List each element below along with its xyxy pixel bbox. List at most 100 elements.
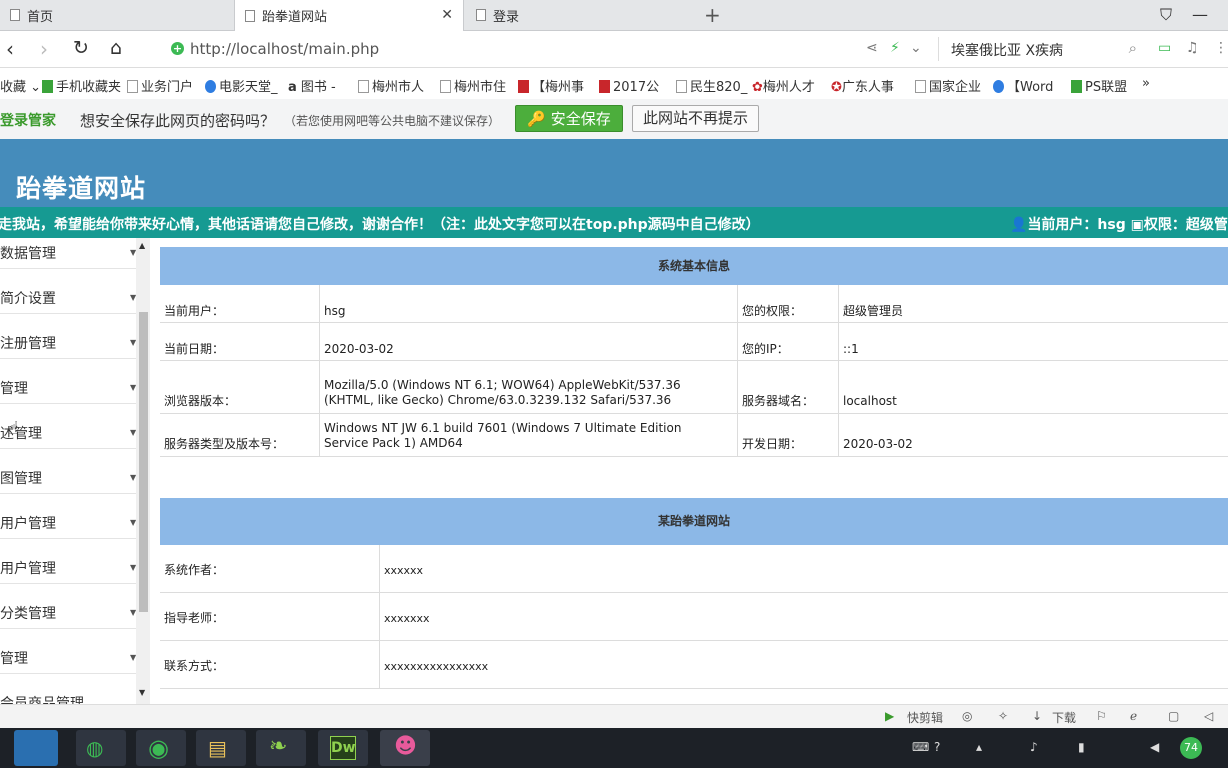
search-box[interactable]: 埃塞俄比亚 X疾病 ⌕ (938, 37, 1149, 61)
user-app[interactable]: ☻ (380, 730, 430, 766)
bookmark-item[interactable]: PS联盟 (1071, 76, 1127, 95)
share-icon[interactable]: ⋖ (866, 40, 878, 56)
info-label: 开发日期： (738, 414, 839, 457)
bookmark-item[interactable]: 【Word (993, 76, 1053, 95)
sidebar-item[interactable]: 用户管理 ▼ (0, 539, 136, 584)
sidebar-item[interactable]: 管理 ▼ (0, 359, 136, 404)
bookmark-item[interactable]: ✪广东人事 (831, 76, 894, 95)
window-icon[interactable]: ▢ (1168, 709, 1179, 723)
info-label: 当前日期： (160, 323, 320, 361)
sidebar-item[interactable]: 管理 ▼ (0, 629, 136, 674)
sidebar-item[interactable]: 图管理 ▼ (0, 449, 136, 494)
ie-icon[interactable]: ℯ (1130, 709, 1137, 723)
refresh-icon[interactable]: ↻ (73, 37, 89, 59)
wechat-icon: ◍ (86, 736, 104, 760)
tab-label: 登录 (493, 9, 520, 25)
help-icon[interactable]: ? (934, 740, 940, 754)
bookmark-item[interactable]: 国家企业 (915, 76, 981, 95)
site-info-label: 指导老师： (160, 593, 380, 641)
close-icon[interactable]: ✕ (441, 7, 453, 23)
tab-home[interactable]: 首页 (0, 0, 234, 30)
bookmark-item[interactable]: ✿梅州人才 (752, 76, 815, 95)
quick-cut-icon[interactable]: ▶ (885, 709, 894, 723)
info-value: 2020-03-02 (320, 323, 738, 361)
page-icon (358, 80, 369, 93)
forward-icon[interactable]: › (40, 37, 48, 61)
bookmark-item[interactable]: a 图书 - (288, 76, 336, 95)
signal-icon[interactable]: ▮ (1078, 740, 1085, 754)
tab-label: 首页 (27, 9, 54, 25)
sidebar-item[interactable]: 简介设置 ▼ (0, 269, 136, 314)
pin-icon[interactable]: ✧ (998, 709, 1008, 723)
bookmark-item[interactable]: 收藏 ⌄ (0, 76, 41, 95)
green-app[interactable]: ❧ (256, 730, 306, 766)
marquee-bar: 走我站，希望能给你带来好心情，其他话语请您自己修改，谢谢合作！（注：此处文字您可… (0, 207, 1228, 238)
sidebar-item[interactable]: 会员商品管理 (0, 674, 136, 704)
quick-cut-label[interactable]: 快剪辑 (907, 709, 943, 726)
tray-arrow-icon[interactable]: ▴ (976, 740, 982, 754)
url-field[interactable]: http://localhost/main.php (190, 40, 379, 58)
browser-360-app[interactable]: ◉ (136, 730, 186, 766)
page-icon (915, 80, 926, 93)
volume-icon[interactable]: ◁ (1204, 709, 1213, 723)
password-question: 想安全保存此网页的密码吗？ (80, 112, 276, 130)
taskbar: ◍ ◉ ▤ ❧ Dw ☻ ⌨ ? ▴ ♪ ▮ ◀ 74 (0, 728, 1228, 768)
home-icon[interactable]: ⌂ (110, 37, 122, 59)
notification-badge[interactable]: 74 (1180, 737, 1202, 759)
info-value: ::1 (839, 323, 1228, 361)
battery-icon: ▭ (1158, 40, 1172, 56)
site-info-label: 联系方式： (160, 641, 380, 689)
save-password-button[interactable]: 🔑 安全保存 (515, 105, 623, 132)
bookmark-item[interactable]: 手机收藏夹 (42, 76, 121, 95)
headphone-icon[interactable]: ♫ (1186, 40, 1199, 56)
bookmark-item[interactable]: 梅州市住 (440, 76, 506, 95)
more-bookmarks[interactable]: » (1142, 76, 1150, 91)
red-logo-icon (599, 80, 610, 93)
bookmark-item[interactable]: 电影天堂_ (205, 76, 278, 95)
tab-login[interactable]: 登录 (466, 0, 696, 30)
bookmark-item[interactable]: 【梅州事 (518, 76, 584, 95)
speed-icon[interactable]: ◎ (962, 709, 972, 723)
phone-icon (42, 80, 53, 93)
lightning-icon[interactable]: ⚡ (890, 40, 900, 56)
site-header: 跆拳道网站 (0, 139, 1228, 207)
new-tab-icon[interactable]: + (704, 3, 721, 27)
sidebar-item[interactable]: 分类管理 ▼ (0, 584, 136, 629)
sidebar-item[interactable]: 用户管理 ▼ (0, 494, 136, 539)
person-icon: ☻ (394, 734, 417, 759)
info-label: 您的权限： (738, 285, 839, 323)
scrollbar-thumb[interactable] (139, 312, 148, 612)
menu-icon[interactable]: ⋮ (1214, 40, 1228, 56)
bookmark-item[interactable]: 业务门户 (127, 76, 193, 95)
skin-icon[interactable]: ⛉ (1160, 5, 1172, 25)
explorer-app[interactable]: ▤ (196, 730, 246, 766)
minimize-icon[interactable]: — (1192, 5, 1208, 24)
info-value: hsg (320, 285, 738, 323)
bookmark-item[interactable]: 梅州市人 (358, 76, 424, 95)
flag-icon[interactable]: ⚐ (1096, 709, 1107, 723)
scroll-down-icon[interactable]: ▼ (139, 688, 145, 697)
sidebar-item[interactable]: 注册管理 ▼ (0, 314, 136, 359)
search-input[interactable]: 埃塞俄比亚 X疾病 (951, 40, 1063, 60)
bell-icon[interactable]: ♪ (1030, 740, 1038, 754)
download-label[interactable]: 下载 (1052, 709, 1076, 726)
dreamweaver-app[interactable]: Dw (318, 730, 368, 766)
bookmark-item[interactable]: 民生820_ (676, 76, 747, 95)
download-icon[interactable]: ↓ (1032, 709, 1042, 723)
start-button[interactable] (14, 730, 58, 766)
wechat-app[interactable]: ◍ (76, 730, 126, 766)
sidebar-item[interactable]: 述管理 ▼ (0, 404, 136, 449)
address-bar: ‹ › ↻ ⌂ + http://localhost/main.php ⋖ ⚡ … (0, 31, 1228, 68)
back-icon[interactable]: ‹ (6, 37, 14, 61)
sidebar-item[interactable]: 数据管理 ▼ (0, 238, 136, 269)
page-icon (10, 9, 20, 21)
never-prompt-button[interactable]: 此网站不再提示 (632, 105, 759, 132)
site-info-label: 系统作者： (160, 545, 380, 593)
scroll-up-icon[interactable]: ▲ (139, 241, 145, 250)
search-icon[interactable]: ⌕ (1129, 39, 1137, 57)
tab-taekwondo[interactable]: 跆拳道网站 ✕ (234, 0, 464, 31)
speaker-icon[interactable]: ◀ (1150, 740, 1159, 754)
keyboard-icon[interactable]: ⌨ (912, 740, 929, 754)
chevron-down-icon[interactable]: ⌄ (910, 40, 922, 56)
bookmark-item[interactable]: 2017公 (599, 76, 659, 95)
